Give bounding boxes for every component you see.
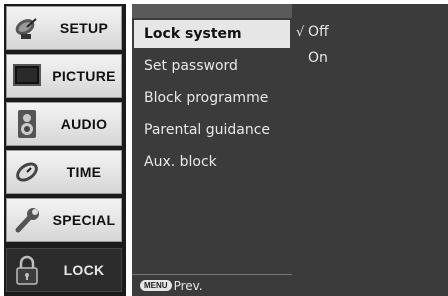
lock-system-options: √ Off On <box>292 4 448 296</box>
tv-screen-icon <box>7 56 47 96</box>
category-sidebar: SETUP PICTURE AUDIO TIME SPECIAL LOCK <box>4 4 126 296</box>
submenu-item-lock-system[interactable]: Lock system <box>134 20 290 48</box>
category-time[interactable]: TIME <box>6 150 122 194</box>
submenu-item-label: Parental guidance <box>144 122 271 138</box>
submenu-item-label: Set password <box>144 58 238 74</box>
arrow-right-icon <box>282 26 289 36</box>
submenu-item-set-password[interactable]: Set password <box>138 52 290 80</box>
satellite-dish-icon <box>7 8 47 48</box>
category-label: LOCK <box>63 262 105 278</box>
wrench-icon <box>7 200 47 240</box>
speaker-icon <box>7 104 47 144</box>
category-lock[interactable]: LOCK <box>6 248 122 292</box>
option-off[interactable]: √ Off <box>296 20 329 44</box>
clock-icon <box>7 152 47 192</box>
footer-prev-label: Prev. <box>173 278 203 293</box>
submenu-item-parental-guidance[interactable]: Parental guidance <box>138 116 290 144</box>
category-special[interactable]: SPECIAL <box>6 198 122 242</box>
padlock-icon <box>7 250 47 290</box>
category-audio[interactable]: AUDIO <box>6 102 122 146</box>
osd-menu-screen: SETUP PICTURE AUDIO TIME SPECIAL LOCK Lo… <box>0 0 448 296</box>
menu-key-badge: MENU <box>140 280 172 291</box>
category-label: SPECIAL <box>52 212 116 228</box>
option-label: Off <box>308 24 329 40</box>
category-label: SETUP <box>59 20 109 36</box>
checkmark-icon: √ <box>296 24 305 40</box>
submenu-item-label: Aux. block <box>144 154 217 170</box>
submenu-item-label: Lock system <box>144 26 242 42</box>
menu-footer: MENU Prev. <box>132 274 292 296</box>
category-label: AUDIO <box>60 116 108 132</box>
submenu-item-block-programme[interactable]: Block programme <box>138 84 290 112</box>
submenu-item-label: Block programme <box>144 90 269 106</box>
option-on[interactable]: On <box>308 46 328 70</box>
category-label: TIME <box>66 164 102 180</box>
lock-submenu: Lock system Set password Block programme… <box>132 4 292 296</box>
category-picture[interactable]: PICTURE <box>6 54 122 98</box>
submenu-top-bar <box>132 4 292 18</box>
submenu-item-aux-block[interactable]: Aux. block <box>138 148 290 176</box>
category-setup[interactable]: SETUP <box>6 6 122 50</box>
option-label: On <box>308 50 328 66</box>
category-label: PICTURE <box>52 68 116 84</box>
